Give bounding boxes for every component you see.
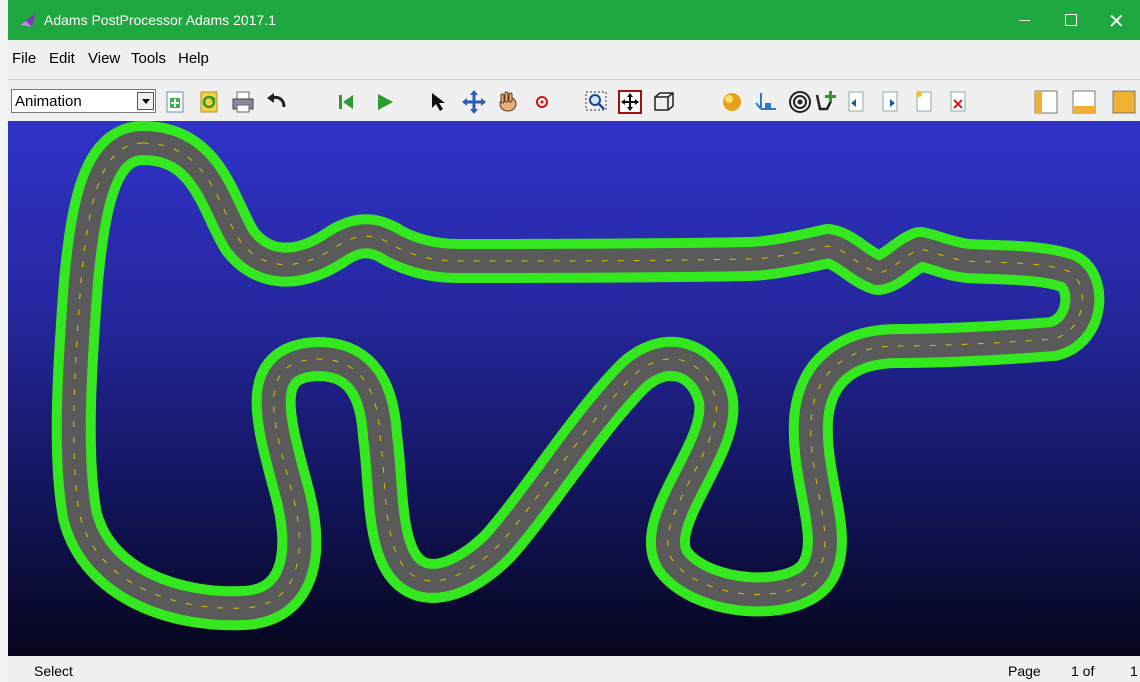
view-box-icon[interactable] xyxy=(651,89,677,115)
status-bar: Select Page 1 of 1 xyxy=(8,656,1140,682)
close-button[interactable]: ✕ xyxy=(1094,0,1140,40)
layout-left-icon[interactable] xyxy=(1033,89,1059,115)
layout-bottom-icon[interactable] xyxy=(1071,89,1097,115)
fit-icon[interactable] xyxy=(617,89,643,115)
plot-add-icon[interactable] xyxy=(814,89,840,115)
select-arrow-icon[interactable] xyxy=(427,89,453,115)
close-icon: ✕ xyxy=(1108,9,1125,33)
translate-icon[interactable] xyxy=(461,89,487,115)
status-page-label: Page xyxy=(1008,663,1041,679)
zoom-box-icon[interactable] xyxy=(583,89,609,115)
reload-icon[interactable] xyxy=(196,89,222,115)
center-icon[interactable] xyxy=(529,89,555,115)
play-icon[interactable] xyxy=(372,89,398,115)
mode-select-value: Animation xyxy=(15,93,82,110)
print-icon[interactable] xyxy=(230,89,256,115)
window-title: Adams PostProcessor Adams 2017.1 xyxy=(44,12,276,28)
toolbar: Animation xyxy=(8,79,1140,122)
status-mode: Select xyxy=(34,663,73,679)
rewind-icon[interactable] xyxy=(333,89,359,115)
race-track xyxy=(8,121,1140,656)
page-delete-icon[interactable] xyxy=(945,89,971,115)
mode-select[interactable]: Animation xyxy=(11,89,156,113)
minimize-button[interactable] xyxy=(1002,0,1048,40)
new-page-icon[interactable] xyxy=(162,89,188,115)
layout-fill-icon[interactable] xyxy=(1111,89,1137,115)
pan-hand-icon[interactable] xyxy=(495,89,521,115)
menu-bar: File Edit View Tools Help xyxy=(8,40,1140,78)
page-prev-icon[interactable] xyxy=(843,89,869,115)
menu-edit[interactable]: Edit xyxy=(49,50,75,67)
render-sphere-icon[interactable] xyxy=(719,89,745,115)
title-bar: Adams PostProcessor Adams 2017.1 ✕ xyxy=(8,0,1140,40)
contact-icon[interactable] xyxy=(787,89,813,115)
menu-help[interactable]: Help xyxy=(178,50,209,67)
adams-app-icon xyxy=(18,11,38,29)
triad-icon[interactable] xyxy=(753,89,779,115)
menu-view[interactable]: View xyxy=(88,50,120,67)
menu-file[interactable]: File xyxy=(12,50,36,67)
page-next-icon[interactable] xyxy=(877,89,903,115)
animation-viewport[interactable] xyxy=(8,121,1140,656)
undo-icon[interactable] xyxy=(264,89,290,115)
minimize-icon xyxy=(1019,20,1030,21)
status-page-total: 1 xyxy=(1130,663,1138,679)
status-page-value: 1 of xyxy=(1071,663,1095,679)
left-edge-strip xyxy=(0,0,8,682)
chevron-down-icon[interactable] xyxy=(137,92,154,110)
menu-tools[interactable]: Tools xyxy=(131,50,166,67)
maximize-icon xyxy=(1065,14,1077,26)
maximize-button[interactable] xyxy=(1048,0,1094,40)
page-new-icon[interactable] xyxy=(911,89,937,115)
